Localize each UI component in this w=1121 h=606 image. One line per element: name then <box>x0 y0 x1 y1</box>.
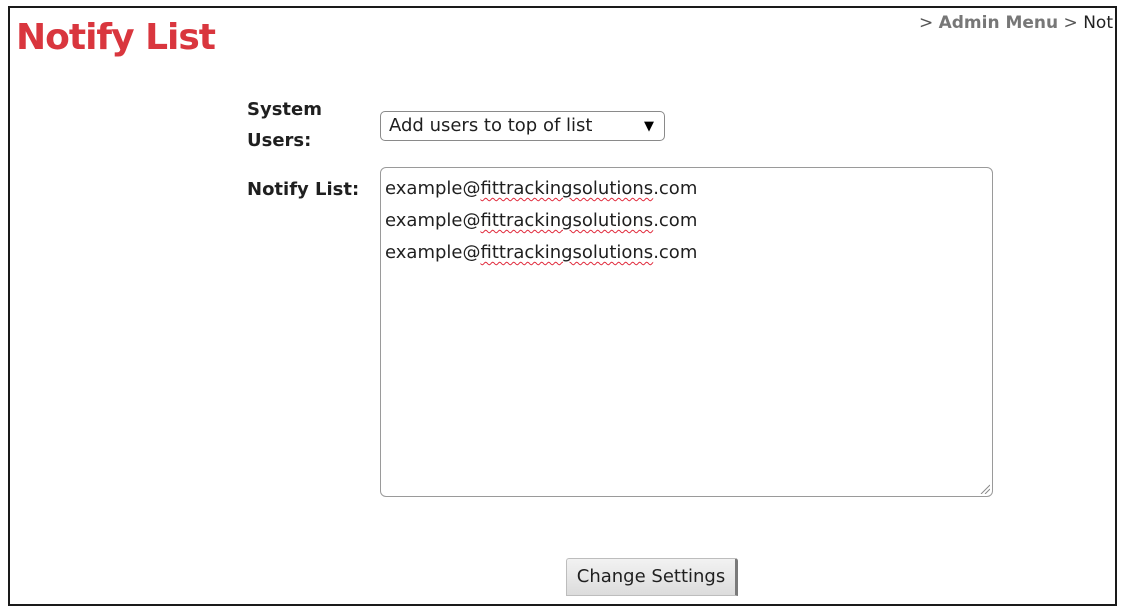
notify-list-lines: example@fittrackingsolutions.com example… <box>385 173 697 269</box>
system-users-select-value: Add users to top of list <box>389 115 593 136</box>
change-settings-button[interactable]: Change Settings <box>566 558 738 596</box>
resize-grip-icon[interactable] <box>980 484 990 494</box>
notify-list-label: Notify List: <box>247 179 360 200</box>
dropdown-triangle-icon: ▼ <box>644 119 654 134</box>
breadcrumb-separator: > <box>918 13 934 33</box>
notify-email-line: example@fittrackingsolutions.com <box>385 210 698 231</box>
system-users-select[interactable]: Add users to top of list ▼ <box>380 111 665 141</box>
notify-email-line: example@fittrackingsolutions.com <box>385 242 698 263</box>
breadcrumb-link-admin-menu[interactable]: Admin Menu <box>939 13 1059 33</box>
spellcheck-flagged-word: fittrackingsolutions <box>480 210 654 231</box>
spellcheck-flagged-word: fittrackingsolutions <box>480 178 654 199</box>
system-users-label: System Users: <box>247 99 322 151</box>
page-frame: Notify List > Admin Menu > Not System Us… <box>8 6 1117 606</box>
breadcrumb: > Admin Menu > Not <box>919 12 1113 34</box>
breadcrumb-separator: > <box>1063 13 1078 33</box>
page-title: Notify List <box>16 17 216 58</box>
notify-list-textarea[interactable]: example@fittrackingsolutions.com example… <box>380 167 993 497</box>
breadcrumb-current: Not <box>1083 13 1113 33</box>
spellcheck-flagged-word: fittrackingsolutions <box>480 242 654 263</box>
notify-email-line: example@fittrackingsolutions.com <box>385 178 698 199</box>
